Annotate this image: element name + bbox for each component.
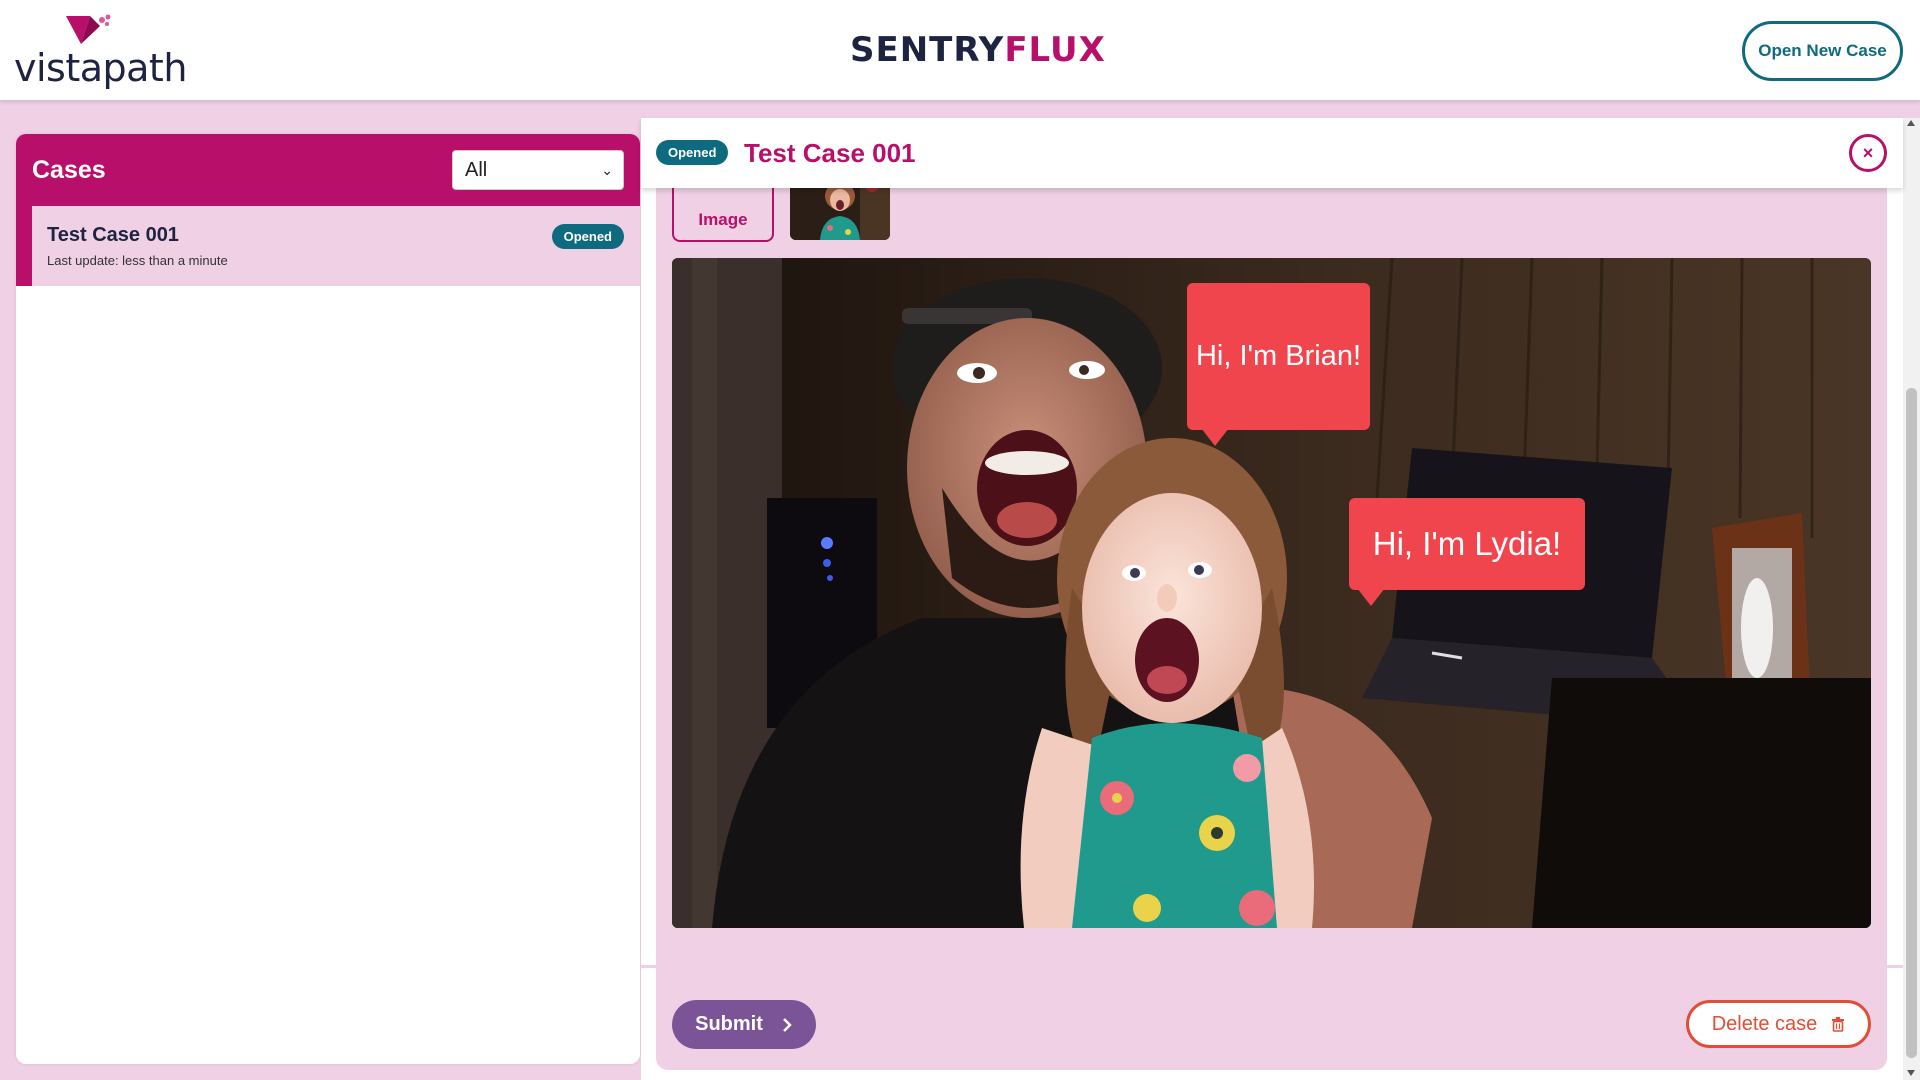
delete-case-label: Delete case: [1711, 1012, 1818, 1035]
add-image-label: Image: [698, 210, 748, 229]
chevron-down-icon: ⌄: [601, 161, 613, 178]
case-list-item[interactable]: Test Case 001 Last update: less than a m…: [16, 206, 640, 286]
brand-part-flux: FLUX: [1004, 30, 1106, 70]
case-detail-panel: Opened Test Case 001 × Image Hi, I'm Bri…: [641, 118, 1903, 1080]
speech-bubble-lydia-text: Hi, I'm Lydia!: [1372, 525, 1562, 562]
submit-button-label: Submit: [695, 1013, 763, 1035]
case-list-item-update: Last update: less than a minute: [47, 253, 228, 268]
speech-bubble-brian-text: Hi, I'm Brian!: [1195, 340, 1362, 372]
logo-mark-icon: [66, 14, 111, 44]
speech-bubble-brian: Hi, I'm Brian!: [1187, 283, 1370, 446]
sidebar-header: Cases All ⌄: [16, 134, 640, 206]
close-case-button[interactable]: ×: [1849, 134, 1887, 172]
delete-case-button[interactable]: Delete case: [1686, 1000, 1871, 1048]
close-icon: ×: [1862, 142, 1874, 163]
trash-icon: [1832, 1017, 1845, 1032]
case-status-badge: Opened: [551, 224, 624, 249]
action-divider: [641, 965, 1903, 968]
scrollbar-thumb[interactable]: [1906, 388, 1917, 1058]
filter-selected-value: All: [465, 158, 488, 181]
speech-bubble-lydia: Hi, I'm Lydia!: [1349, 498, 1585, 606]
speech-bubble-tail: [1201, 428, 1229, 446]
case-image-viewer[interactable]: Hi, I'm Brian! Hi, I'm Lydia!: [672, 258, 1871, 928]
case-content: Image Hi, I'm Brian! Hi, I'm Lydia!: [656, 178, 1887, 1070]
submit-button[interactable]: Submit: [672, 1000, 816, 1049]
case-title-bar: Opened Test Case 001 ×: [641, 118, 1903, 188]
app-header: vistapath SENTRYFLUX Open New Case: [0, 0, 1920, 100]
cases-sidebar: Cases All ⌄ Test Case 001 Last update: l…: [16, 134, 640, 1064]
scroll-up-arrow-icon[interactable]: [1907, 120, 1915, 126]
page-scrollbar[interactable]: [1903, 118, 1920, 1080]
vistapath-logo[interactable]: vistapath: [14, 14, 187, 90]
chevron-right-icon: [783, 1017, 792, 1032]
case-filter-select[interactable]: All ⌄: [452, 150, 624, 190]
sidebar-title: Cases: [32, 155, 106, 184]
scroll-down-arrow-icon[interactable]: [1907, 1070, 1915, 1076]
brand-part-sentry: SENTRY: [850, 30, 1005, 70]
logo-text: vistapath: [14, 46, 187, 90]
case-title: Test Case 001: [744, 138, 916, 168]
open-new-case-button[interactable]: Open New Case: [1742, 21, 1903, 81]
speech-bubble-tail: [1357, 588, 1385, 606]
app-brand: SENTRYFLUX: [850, 30, 1106, 70]
case-status-badge: Opened: [656, 140, 729, 165]
